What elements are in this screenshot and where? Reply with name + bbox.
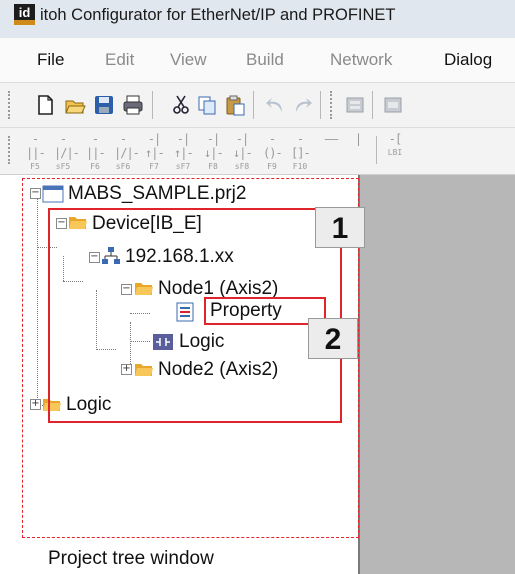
callout-2: 2 (308, 318, 358, 359)
undo-icon[interactable] (264, 94, 286, 116)
toolbar-separator (372, 91, 373, 119)
app-logo-icon: id (14, 4, 35, 25)
paste-icon[interactable] (224, 94, 246, 116)
contact-rising-parallel-icon[interactable]: -|↑|- sF7 (174, 132, 194, 171)
horizontal-line-icon[interactable]: —— (318, 132, 344, 168)
copy-icon[interactable] (196, 94, 218, 116)
caption: Project tree window (48, 548, 214, 569)
window-title: itoh Configurator for EtherNet/IP and PR… (40, 6, 396, 24)
standard-toolbar (0, 83, 515, 128)
menu-network[interactable]: Network (330, 50, 392, 70)
toolbar-grip[interactable] (330, 91, 335, 119)
contact-falling-parallel-icon[interactable]: -|↓|- sF8 (233, 132, 253, 171)
contact-falling-icon[interactable]: -|↓|- F8 (204, 132, 224, 171)
toolbar-separator (320, 91, 321, 119)
redo-icon[interactable] (292, 94, 314, 116)
print-icon[interactable] (122, 94, 144, 116)
menu-edit[interactable]: Edit (105, 50, 134, 70)
menu-view[interactable]: View (170, 50, 207, 70)
toolbar-separator (152, 91, 153, 119)
build-icon[interactable] (344, 94, 366, 116)
menu-bar: File Edit View Build Network Dialog (0, 38, 515, 83)
contact-no-icon[interactable]: -||- F5 (26, 132, 46, 171)
workspace-pane (360, 175, 515, 574)
ladder-toolbar: -||- F5 -|/|- sF5 -||- F6 -|/|- sF6 -|↑|- F7 … (0, 128, 515, 175)
toolbar-separator (253, 91, 254, 119)
new-file-icon[interactable] (34, 94, 56, 116)
save-icon[interactable] (93, 94, 115, 116)
download-icon[interactable] (382, 94, 404, 116)
vertical-line-icon[interactable]: | (352, 132, 364, 168)
menu-build[interactable]: Build (246, 50, 284, 70)
label-icon[interactable]: -[LBI (386, 132, 404, 168)
contact-parallel-nc-icon[interactable]: -|/|- sF6 (114, 132, 140, 171)
contact-parallel-icon[interactable]: -||- F6 (86, 132, 106, 171)
toolbar-grip[interactable] (8, 91, 13, 119)
coil-icon[interactable]: -()- F9 (263, 132, 283, 171)
callout-1: 1 (315, 207, 365, 248)
toolbar-grip[interactable] (8, 136, 13, 164)
contact-nc-icon[interactable]: -|/|- sF5 (54, 132, 80, 171)
contact-rising-icon[interactable]: -|↑|- F7 (145, 132, 165, 171)
open-folder-icon[interactable] (64, 94, 86, 116)
menu-dialog[interactable]: Dialog (444, 50, 492, 70)
cut-icon[interactable] (170, 94, 192, 116)
toolbar-separator (376, 136, 377, 164)
menu-file[interactable]: File (37, 50, 64, 70)
title-bar: id itoh Configurator for EtherNet/IP and… (0, 0, 515, 38)
function-block-icon[interactable]: -[]- F10 (291, 132, 311, 171)
